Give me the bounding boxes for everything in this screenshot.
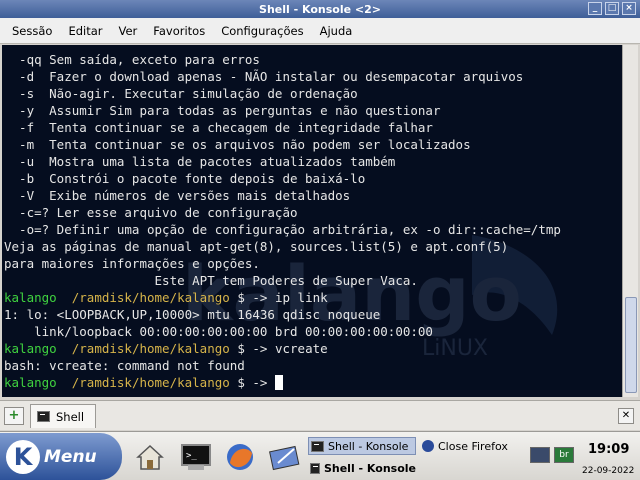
svg-text:>_: >_ [186,451,197,461]
menubar: Sessão Editar Ver Favoritos Configuraçõe… [0,18,640,44]
clock-date: 22-09-2022 [582,466,635,476]
home-icon[interactable] [134,441,166,473]
task-shell-konsole-1[interactable]: Shell - Konsole [308,437,416,455]
prompt-path: /ramdisk/home/kalango [71,290,230,305]
clock-time[interactable]: 19:09 [588,442,629,457]
prompt-symbol: $ -> [237,341,268,356]
terminal-line: -qq Sem saída, exceto para erros [4,52,260,67]
terminal-line: -b Constrói o pacote fonte depois de bai… [4,171,366,186]
kate-icon[interactable] [268,441,300,473]
terminal-icon [37,411,50,422]
terminal-icon [311,440,324,452]
output-line: link/loopback 00:00:00:00:00:00 brd 00:0… [4,324,433,339]
terminal-line: -u Mostra uma lista de pacotes atualizad… [4,154,396,169]
maximize-icon[interactable]: □ [605,2,619,15]
prompt-user: kalango [4,375,57,390]
kde-logo-icon: K [6,439,40,474]
terminal-line: -y Assumir Sim para todas as perguntas e… [4,103,441,118]
terminal-line: -d Fazer o download apenas - NÃO instala… [4,69,524,84]
close-icon[interactable]: × [622,2,636,15]
prompt-line: kalango /ramdisk/home/kalango $ -> vcrea… [4,340,622,357]
prompt-command: vcreate [274,341,328,356]
task-label: Close Firefox [438,439,508,453]
terminal-scrollbar[interactable] [622,45,638,397]
menu-favoritos[interactable]: Favoritos [145,24,213,38]
window-title: Shell - Konsole <2> [259,2,381,16]
prompt-user: kalango [4,290,57,305]
tab-shell[interactable]: Shell [30,404,96,428]
terminal-area[interactable]: kalango LiNUX -qq Sem saída, exceto para… [2,45,622,397]
prompt-command: ip link [274,290,328,305]
prompt-path: /ramdisk/home/kalango [71,375,230,390]
tray-badge: br [559,450,569,460]
terminal-icon [310,462,320,474]
output-line: bash: vcreate: command not found [4,358,245,373]
terminal-line: -f Tenta continuar se a checagem de inte… [4,120,433,135]
terminal-line: -s Não-agir. Executar simulação de orden… [4,86,358,101]
menu-configuracoes[interactable]: Configurações [213,24,311,38]
language-icon[interactable]: br [554,447,574,463]
prompt-user: kalango [4,341,57,356]
prompt-symbol: $ -> [237,375,268,390]
prompt-path: /ramdisk/home/kalango [71,341,230,356]
kmenu-label: Menu [44,446,97,467]
minimize-icon[interactable]: _ [588,2,602,15]
prompt-symbol: $ -> [237,290,268,305]
prompt-line: kalango /ramdisk/home/kalango $ -> ip li… [4,289,622,306]
terminal-output: -qq Sem saída, exceto para erros -d Faze… [4,51,622,391]
firefox-small-icon [422,440,434,452]
prompt-line: kalango /ramdisk/home/kalango $ -> [4,374,622,391]
menu-sessao[interactable]: Sessão [4,24,60,38]
terminal-line: Este APT tem Poderes de Super Vaca. [4,273,418,288]
close-tab-icon[interactable]: ✕ [618,408,634,424]
tabbar: + Shell ✕ [0,400,640,430]
terminal-line: -V Exibe números de versões mais detalha… [4,188,351,203]
task-close-firefox[interactable]: Close Firefox [420,437,520,455]
terminal-line: -c=? Ler esse arquivo de configuração [4,205,298,220]
task-shell-konsole-2[interactable]: Shell - Konsole [308,459,416,477]
menu-ajuda[interactable]: Ajuda [312,24,361,38]
menu-ver[interactable]: Ver [111,24,146,38]
scrollbar-thumb[interactable] [625,297,637,393]
terminal-launcher-icon[interactable]: >_ [180,441,212,473]
terminal-cursor [274,375,283,390]
menu-editar[interactable]: Editar [60,24,110,38]
display-icon[interactable] [530,447,550,463]
terminal-line: para maiores informações e opções. [4,256,260,271]
kmenu-button[interactable]: K Menu [0,433,122,480]
window-titlebar[interactable]: Shell - Konsole <2> _ □ × [0,0,640,18]
task-label: Shell - Konsole [323,461,416,475]
terminal-line: -m Tenta continuar se os arquivos não po… [4,137,471,152]
window-buttons: _ □ × [588,2,636,15]
terminal-line: -o=? Definir uma opção de configuração a… [4,222,561,237]
task-label: Shell - Konsole [328,439,409,453]
tab-label: Shell [56,409,85,424]
new-tab-icon[interactable]: + [4,407,24,425]
output-line: 1: lo: <LOOPBACK,UP,10000> mtu 16436 qdi… [4,307,381,322]
firefox-icon[interactable] [224,441,256,473]
terminal-line: Veja as páginas de manual apt-get(8), so… [4,239,509,254]
